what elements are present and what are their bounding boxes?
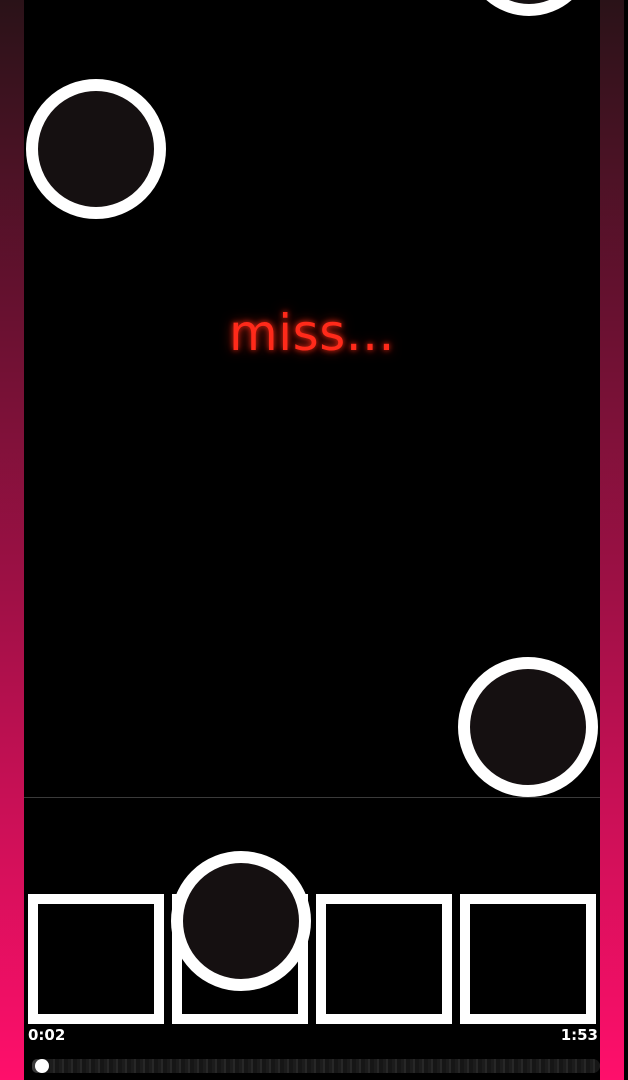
progress-knob[interactable] xyxy=(35,1059,50,1073)
playfield: miss... 0:02 1:53 xyxy=(24,0,600,1080)
right-border xyxy=(600,0,624,1080)
note-circle xyxy=(171,851,311,991)
progress-bar[interactable] xyxy=(32,1059,600,1073)
total-time: 1:53 xyxy=(560,1026,598,1044)
judgement-text: miss... xyxy=(229,304,395,362)
judgement-line xyxy=(24,797,600,798)
elapsed-time: 0:02 xyxy=(28,1026,66,1044)
lane-key-3[interactable] xyxy=(316,894,452,1024)
lane-key-4[interactable] xyxy=(460,894,596,1024)
lane-key-1[interactable] xyxy=(28,894,164,1024)
note-circle xyxy=(26,79,166,219)
note-circle xyxy=(464,0,594,16)
left-border xyxy=(0,0,24,1080)
note-circle xyxy=(458,657,598,797)
